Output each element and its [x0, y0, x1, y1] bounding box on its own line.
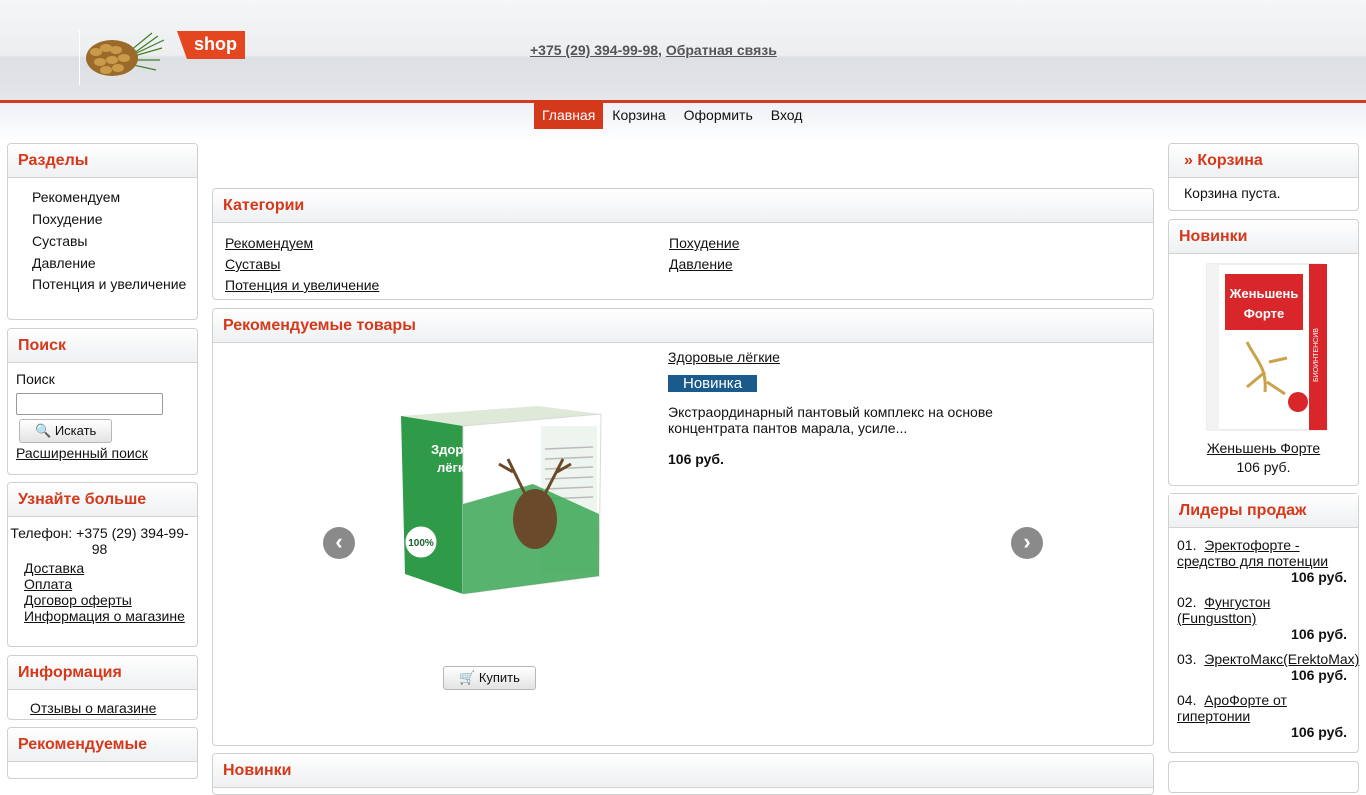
information-box: Информация Отзывы о магазине	[7, 655, 198, 720]
category-slimming[interactable]: Похудение	[669, 235, 1109, 251]
section-item-pressure[interactable]: Давление	[16, 252, 189, 274]
featured-product-image[interactable]: 100% Здоровые лёгкие	[313, 354, 663, 644]
search-button[interactable]: 🔍 Искать	[19, 419, 113, 443]
carousel-next-button[interactable]: ›	[1011, 527, 1043, 559]
bestseller-item-link[interactable]: Эректофорте - средство для потенции	[1177, 537, 1328, 569]
search-box: Поиск Поиск 🔍 Искать Расширенный поиск	[7, 328, 198, 475]
payment-link[interactable]: Оплата	[10, 576, 189, 592]
search-input[interactable]	[16, 393, 163, 415]
chevron-left-icon: ‹	[335, 529, 343, 554]
ginseng-box-text-1: Женьшень	[1229, 286, 1299, 301]
bestseller-item: 04. АроФорте от гипертонии 106 руб.	[1177, 683, 1350, 740]
store-info-link[interactable]: Информация о магазине	[10, 608, 189, 624]
bestseller-item-price: 106 руб.	[1291, 569, 1347, 585]
bestseller-item-link[interactable]: ЭректоМакс(ErektoMax)	[1204, 651, 1359, 667]
new-products-title: Новинки	[213, 754, 1153, 788]
bestsellers-title: Лидеры продаж	[1169, 494, 1358, 528]
section-item-slimming[interactable]: Похудение	[16, 208, 189, 230]
category-pressure[interactable]: Давление	[669, 256, 1109, 272]
learn-more-box: Узнайте больше Телефон: +375 (29) 394-99…	[7, 482, 198, 647]
buy-button[interactable]: 🛒 Купить	[443, 666, 536, 690]
category-potency[interactable]: Потенция и увеличение	[225, 277, 669, 293]
search-icon: 🔍	[35, 423, 52, 438]
cart-empty-text: Корзина пуста.	[1184, 185, 1281, 201]
nav-home[interactable]: Главная	[534, 102, 604, 129]
category-recommended[interactable]: Рекомендуем	[225, 235, 669, 251]
nav-cart[interactable]: Корзина	[603, 102, 674, 129]
shop-logo-text: shop	[194, 34, 237, 54]
header-phone-link[interactable]: +375 (29) 394-99-98	[530, 42, 658, 58]
new-items-title: Новинки	[1169, 220, 1358, 254]
product-box-image: 100% Здоровые лёгкие	[401, 406, 602, 595]
bestseller-item-price: 106 руб.	[1291, 626, 1347, 642]
pine-cone-logo[interactable]	[82, 30, 164, 82]
sections-box: Разделы Рекомендуем Похудение Суставы Да…	[7, 143, 198, 320]
advanced-search-link[interactable]: Расширенный поиск	[16, 445, 189, 461]
buy-button-label: Купить	[478, 670, 520, 685]
carousel-prev-button[interactable]: ‹	[323, 527, 355, 559]
section-item-joints[interactable]: Суставы	[16, 230, 189, 252]
reviews-link[interactable]: Отзывы о магазине	[16, 700, 189, 716]
featured-title: Рекомендуемые товары	[213, 309, 1153, 343]
product-box-badge-text: 100%	[408, 538, 434, 549]
header-contact: +375 (29) 394-99-98, Обратная связь	[530, 42, 777, 58]
ginseng-box-side-text: БИОИНТЕНСИВ	[1313, 328, 1320, 382]
featured-product-info: Здоровые лёгкие Новинка Экстраординарный…	[668, 349, 1028, 467]
new-products-box: Новинки	[212, 753, 1154, 795]
categories-box: Категории Рекомендуем Похудение Суставы …	[212, 188, 1154, 300]
ginseng-box-image: Женьшень Форте БИОИНТЕНСИВ	[1206, 263, 1328, 431]
product-box-text-2: лёгкие	[437, 460, 480, 475]
chevron-right-icon: ›	[1023, 529, 1031, 554]
recommended-title: Рекомендуемые	[8, 728, 197, 762]
learn-phone: Телефон: +375 (29) 394-99-98	[10, 525, 189, 557]
nav-login[interactable]: Вход	[762, 102, 812, 129]
bestseller-item: 03. ЭректоМакс(ErektoMax) 106 руб.	[1177, 651, 1360, 683]
bestsellers-box: Лидеры продаж 01. Эректофорте - средство…	[1168, 493, 1359, 753]
search-label: Поиск	[16, 371, 55, 387]
recommended-box: Рекомендуемые	[7, 727, 198, 779]
bestseller-item-price: 106 руб.	[1291, 667, 1347, 683]
search-title: Поиск	[8, 329, 197, 363]
bestseller-item-price: 106 руб.	[1291, 724, 1347, 740]
offer-contract-link[interactable]: Договор оферты	[10, 592, 189, 608]
featured-product-price: 106 руб.	[668, 451, 724, 467]
main-nav: Главная Корзина Оформить Вход	[534, 102, 811, 129]
ginseng-product-image[interactable]: Женьшень Форте БИОИНТЕНСИВ	[1177, 262, 1349, 432]
product-box-text-1: Здоровые	[431, 442, 498, 457]
ginseng-box-text-2: Форте	[1244, 306, 1284, 321]
bestseller-item: 01. Эректофорте - средство для потенции …	[1177, 531, 1350, 585]
feedback-link[interactable]: Обратная связь	[666, 42, 777, 58]
featured-products-box: Рекомендуемые товары 100% Здоровые лёгки…	[212, 308, 1154, 746]
bestseller-item: 02. Фунгустон (Fungustton) 106 руб.	[1177, 585, 1350, 642]
section-item-recommended[interactable]: Рекомендуем	[16, 186, 189, 208]
new-badge: Новинка	[668, 375, 758, 392]
featured-product-description: Экстраординарный пантовый комплекс на ос…	[668, 404, 993, 436]
featured-product-name[interactable]: Здоровые лёгкие	[668, 349, 780, 365]
delivery-link[interactable]: Доставка	[10, 560, 189, 576]
section-item-potency[interactable]: Потенция и увеличение	[16, 274, 189, 294]
cart-icon: 🛒	[459, 670, 476, 685]
nav-checkout[interactable]: Оформить	[675, 102, 762, 129]
learn-more-title: Узнайте больше	[8, 483, 197, 517]
cart-title[interactable]: » Корзина	[1169, 144, 1358, 178]
search-button-label: Искать	[54, 423, 97, 438]
cart-box: » Корзина Корзина пуста.	[1168, 143, 1359, 211]
sections-title: Разделы	[8, 144, 197, 178]
category-joints[interactable]: Суставы	[225, 256, 669, 272]
new-items-box: Новинки Женьшень Форте БИОИНТЕНСИВ Женьш…	[1168, 219, 1359, 486]
information-title: Информация	[8, 656, 197, 690]
ginseng-product-name[interactable]: Женьшень Форте	[1207, 440, 1320, 456]
ginseng-product-price: 106 руб.	[1236, 459, 1291, 475]
categories-title: Категории	[213, 189, 1153, 223]
